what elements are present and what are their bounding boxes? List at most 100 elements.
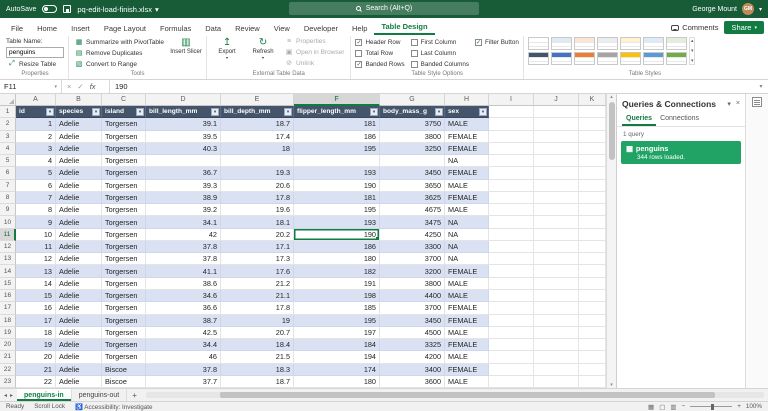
cell-F15[interactable]: 191 xyxy=(294,278,380,290)
cell-G2[interactable]: 3750 xyxy=(380,118,445,130)
cell-F23[interactable]: 180 xyxy=(294,376,380,388)
cell-B5[interactable]: Adelie xyxy=(56,155,102,167)
name-box[interactable]: F11 ▾ xyxy=(0,80,62,93)
cell-F13[interactable]: 180 xyxy=(294,253,380,265)
formula-input[interactable]: 190 xyxy=(110,80,754,93)
cell-C23[interactable]: Biscoe xyxy=(102,376,146,388)
filter-button-bill-depth-mm[interactable]: ▾ xyxy=(284,108,292,116)
cell-J8[interactable] xyxy=(534,192,579,204)
cell-C20[interactable]: Torgersen xyxy=(102,339,146,351)
row-header-4[interactable]: 4 xyxy=(0,143,16,155)
table-style-thumbnail[interactable] xyxy=(574,37,595,50)
cell-K10[interactable] xyxy=(579,216,606,228)
table-style-thumbnail[interactable] xyxy=(620,37,641,50)
cell-C13[interactable]: Torgersen xyxy=(102,253,146,265)
zoom-level[interactable]: 100% xyxy=(746,403,762,410)
page-break-view-icon[interactable]: ▥ xyxy=(670,403,676,411)
cell-E12[interactable]: 17.1 xyxy=(221,241,294,253)
column-header-I[interactable]: I xyxy=(489,94,534,106)
formula-bar-expand-icon[interactable]: ▾ xyxy=(754,80,768,93)
column-header-A[interactable]: A xyxy=(16,94,56,106)
cell-H11[interactable]: NA xyxy=(445,229,489,241)
horizontal-scrollbar[interactable] xyxy=(146,392,764,398)
cell-G11[interactable]: 4250 xyxy=(380,229,445,241)
row-header-2[interactable]: 2 xyxy=(0,118,16,130)
cell-C21[interactable]: Torgersen xyxy=(102,351,146,363)
cell-K7[interactable] xyxy=(579,180,606,192)
cell-B3[interactable]: Adelie xyxy=(56,131,102,143)
cell-J2[interactable] xyxy=(534,118,579,130)
cell-H3[interactable]: FEMALE xyxy=(445,131,489,143)
cell-I8[interactable] xyxy=(489,192,534,204)
cell-G8[interactable]: 3625 xyxy=(380,192,445,204)
cell-B7[interactable]: Adelie xyxy=(56,180,102,192)
insert-function-button[interactable]: fx xyxy=(90,82,96,91)
cell-J5[interactable] xyxy=(534,155,579,167)
sheet-tab-penguins-in[interactable]: penguins-in xyxy=(17,389,72,401)
cell-K1[interactable] xyxy=(579,106,606,118)
cell-B15[interactable]: Adelie xyxy=(56,278,102,290)
cell-D13[interactable]: 37.8 xyxy=(146,253,221,265)
table-header-bill-depth-mm[interactable]: bill_depth_mm▾ xyxy=(221,106,294,118)
sheet-tab-penguins-out[interactable]: penguins-out xyxy=(72,389,127,401)
column-header-C[interactable]: C xyxy=(102,94,146,106)
cell-D6[interactable]: 36.7 xyxy=(146,167,221,179)
cell-I6[interactable] xyxy=(489,167,534,179)
cell-F12[interactable]: 186 xyxy=(294,241,380,253)
filter-button-island[interactable]: ▾ xyxy=(136,108,144,116)
cell-G6[interactable]: 3450 xyxy=(380,167,445,179)
cell-J12[interactable] xyxy=(534,241,579,253)
cell-G15[interactable]: 3800 xyxy=(380,278,445,290)
row-header-16[interactable]: 16 xyxy=(0,290,16,302)
cell-A19[interactable]: 18 xyxy=(16,327,56,339)
cell-C17[interactable]: Torgersen xyxy=(102,302,146,314)
tab-view[interactable]: View xyxy=(267,21,297,35)
tab-review[interactable]: Review xyxy=(228,21,267,35)
cell-F9[interactable]: 195 xyxy=(294,204,380,216)
avatar[interactable]: GM xyxy=(742,3,754,15)
table-style-thumbnail[interactable] xyxy=(666,37,687,50)
cell-C19[interactable]: Torgersen xyxy=(102,327,146,339)
cell-D5[interactable] xyxy=(146,155,221,167)
cell-H13[interactable]: NA xyxy=(445,253,489,265)
cell-E7[interactable]: 20.6 xyxy=(221,180,294,192)
table-style-thumbnail[interactable] xyxy=(551,52,572,65)
cell-D12[interactable]: 37.8 xyxy=(146,241,221,253)
cell-A4[interactable]: 3 xyxy=(16,143,56,155)
row-header-23[interactable]: 23 xyxy=(0,376,16,388)
cell-G20[interactable]: 3325 xyxy=(380,339,445,351)
cell-K3[interactable] xyxy=(579,131,606,143)
table-style-thumbnail[interactable] xyxy=(551,37,572,50)
cell-E6[interactable]: 19.3 xyxy=(221,167,294,179)
cell-B22[interactable]: Adelie xyxy=(56,364,102,376)
query-item-penguins[interactable]: ▦ penguins 344 rows loaded. xyxy=(621,141,741,164)
cell-E22[interactable]: 18.3 xyxy=(221,364,294,376)
cell-J19[interactable] xyxy=(534,327,579,339)
cell-J3[interactable] xyxy=(534,131,579,143)
cell-H22[interactable]: FEMALE xyxy=(445,364,489,376)
cell-H18[interactable]: FEMALE xyxy=(445,315,489,327)
cell-G22[interactable]: 3400 xyxy=(380,364,445,376)
row-header-12[interactable]: 12 xyxy=(0,241,16,253)
cell-J20[interactable] xyxy=(534,339,579,351)
cell-H2[interactable]: MALE xyxy=(445,118,489,130)
cell-H23[interactable]: MALE xyxy=(445,376,489,388)
cell-F5[interactable] xyxy=(294,155,380,167)
cell-E3[interactable]: 17.4 xyxy=(221,131,294,143)
cell-E2[interactable]: 18.7 xyxy=(221,118,294,130)
new-sheet-button[interactable]: + xyxy=(127,389,142,401)
cell-E16[interactable]: 21.1 xyxy=(221,290,294,302)
cell-F2[interactable]: 181 xyxy=(294,118,380,130)
filter-button-species[interactable]: ▾ xyxy=(92,108,100,116)
cell-D14[interactable]: 41.1 xyxy=(146,265,221,277)
refresh-button[interactable]: ↻ Refresh ▾ xyxy=(247,37,279,60)
cell-J21[interactable] xyxy=(534,351,579,363)
cell-G9[interactable]: 4675 xyxy=(380,204,445,216)
cell-D7[interactable]: 39.3 xyxy=(146,180,221,192)
cell-A22[interactable]: 21 xyxy=(16,364,56,376)
table-header-bill-length-mm[interactable]: bill_length_mm▾ xyxy=(146,106,221,118)
insert-slicer-button[interactable]: ▥ Insert Slicer xyxy=(170,37,202,56)
cell-A15[interactable]: 14 xyxy=(16,278,56,290)
cell-G5[interactable] xyxy=(380,155,445,167)
checkbox-first-column[interactable]: First Column xyxy=(411,37,469,47)
